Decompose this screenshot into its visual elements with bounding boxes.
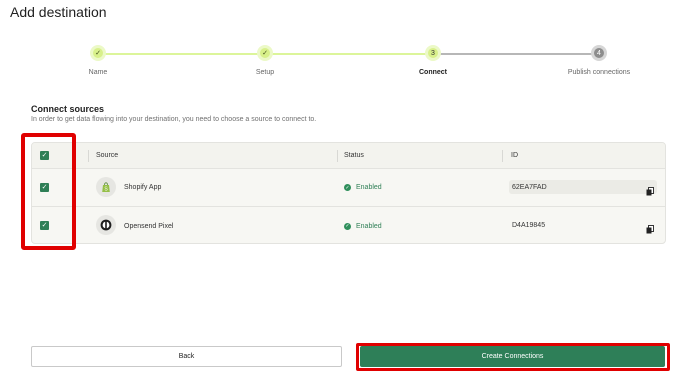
status-badge: ✓ Enabled xyxy=(344,207,382,243)
source-name: Shopify App xyxy=(124,184,162,191)
stepper-line-1 xyxy=(98,53,265,55)
column-divider xyxy=(502,150,503,162)
section-title: Connect sources xyxy=(31,104,105,114)
source-id-field[interactable]: D4A19845 xyxy=(509,218,657,232)
column-divider xyxy=(88,150,89,162)
source-id-value: D4A19845 xyxy=(512,221,546,229)
stepper-line-2 xyxy=(265,53,433,55)
copy-icon[interactable] xyxy=(646,183,654,196)
copy-icon[interactable] xyxy=(646,221,654,234)
step-publish-number: 4 xyxy=(591,45,607,61)
source-id-value: 62EA7FAD xyxy=(512,183,547,191)
step-label-setup: Setup xyxy=(255,69,275,76)
table-row[interactable]: ✓ S Shopify App ✓ Enabled 62EA7FAD xyxy=(32,169,665,207)
checkbox-column-highlight xyxy=(21,133,76,250)
step-name-check-icon: ✓ xyxy=(90,45,106,61)
step-connect-number: 3 xyxy=(425,45,441,61)
back-button[interactable]: Back xyxy=(31,346,342,367)
section-description: In order to get data flowing into your d… xyxy=(31,116,317,123)
step-label-connect: Connect xyxy=(419,69,447,76)
shopify-bag-icon: S xyxy=(96,177,116,197)
opensend-logo-icon xyxy=(96,215,116,235)
table-header-row: ✓ Source Status ID xyxy=(32,143,665,169)
stepper-line-3 xyxy=(433,53,599,55)
check-circle-icon: ✓ xyxy=(344,222,351,230)
progress-stepper: ✓ ✓ 3 4 Name Setup Connect Publish conne… xyxy=(0,40,688,85)
column-header-id: ID xyxy=(511,152,518,159)
check-circle-icon: ✓ xyxy=(344,184,351,191)
status-text: Enabled xyxy=(356,184,382,191)
status-badge: ✓ Enabled xyxy=(344,169,382,206)
column-header-status: Status xyxy=(344,152,364,159)
source-id-field[interactable]: 62EA7FAD xyxy=(509,180,657,194)
column-header-source: Source xyxy=(96,152,119,159)
source-name: Opensend Pixel xyxy=(124,222,174,230)
table-row[interactable]: ✓ Opensend Pixel ✓ Enabled D4A19845 xyxy=(32,207,665,243)
create-button-highlight xyxy=(356,343,670,371)
step-setup-check-icon: ✓ xyxy=(257,45,273,61)
step-label-name: Name xyxy=(88,69,108,76)
sources-table: ✓ Source Status ID ✓ S Shopify App ✓ Ena… xyxy=(31,142,666,244)
status-text: Enabled xyxy=(356,222,382,230)
page-title: Add destination xyxy=(10,4,107,20)
column-divider xyxy=(337,150,338,162)
step-label-publish: Publish connections xyxy=(567,69,631,76)
